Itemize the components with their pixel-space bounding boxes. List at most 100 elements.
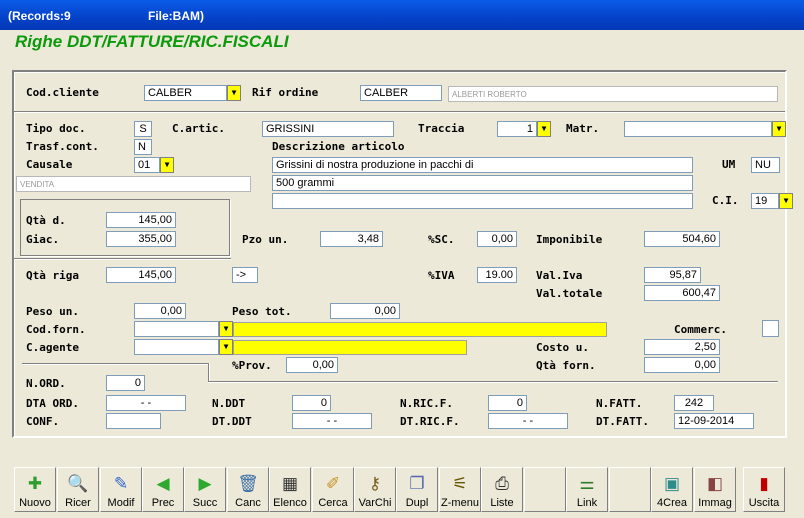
dt-ric-f-label: DT.RIC.F.: [400, 415, 460, 428]
n-ddt-field[interactable]: 0: [292, 395, 331, 411]
matr-dropdown[interactable]: ▼: [772, 121, 786, 137]
sc-field[interactable]: 0,00: [477, 231, 517, 247]
duplicate-icon: ❐: [409, 474, 425, 493]
causale-desc-field: VENDITA: [16, 176, 251, 192]
link-icon: ⚌: [579, 474, 595, 493]
qta-forn-field[interactable]: 0,00: [644, 357, 720, 373]
dt-fatt-field[interactable]: 12-09-2014: [674, 413, 754, 429]
divider: [208, 363, 209, 381]
toolbar-button-liste[interactable]: ⎙ Liste: [481, 467, 523, 512]
peso-un-label: Peso un.: [26, 305, 79, 318]
cod-forn-label: Cod.forn.: [26, 323, 86, 336]
image-icon: ◧: [706, 474, 724, 493]
descrizione-line-3[interactable]: [272, 193, 693, 209]
toolbar-button-uscita[interactable]: ▮ Uscita: [743, 467, 785, 512]
cod-forn-dropdown[interactable]: ▼: [219, 321, 233, 337]
n-fatt-label: N.FATT.: [596, 397, 643, 410]
prov-label: %Prov.: [232, 359, 272, 372]
toolbar-button-cerca[interactable]: ✐ Cerca: [312, 467, 354, 512]
val-totale-field[interactable]: 600,47: [644, 285, 720, 301]
causale-label: Causale: [26, 158, 73, 171]
traccia-dropdown[interactable]: ▼: [537, 121, 551, 137]
imponibile-field[interactable]: 504,60: [644, 231, 720, 247]
toolbar-button-blank[interactable]: [609, 467, 651, 512]
n-ric-f-field[interactable]: 0: [488, 395, 527, 411]
toolbar-button-label: Succ: [192, 497, 218, 509]
um-field[interactable]: NU: [751, 157, 780, 173]
form-title: Righe DDT/FATTURE/RIC.FISCALI: [15, 32, 289, 51]
tipo-doc-field[interactable]: S: [134, 121, 152, 137]
c-agente-label: C.agente: [26, 341, 79, 354]
toolbar-button-canc[interactable]: 🗑 Canc: [227, 467, 269, 512]
cod-cliente-dropdown[interactable]: ▼: [227, 85, 241, 101]
prov-field[interactable]: 0,00: [286, 357, 338, 373]
toolbar-button-label: VarChi: [358, 497, 392, 509]
toolbar-button-link[interactable]: ⚌ Link: [566, 467, 608, 512]
n-ord-field[interactable]: 0: [106, 375, 145, 391]
val-iva-field[interactable]: 95,87: [644, 267, 701, 283]
peso-un-field[interactable]: 0,00: [134, 303, 186, 319]
toolbar-button-dupl[interactable]: ❐ Dupl: [396, 467, 438, 512]
dt-ric-f-field[interactable]: - -: [488, 413, 568, 429]
toolbar-button-varchi[interactable]: ⚷ VarChi: [354, 467, 396, 512]
toolbar-button-label: Immag: [698, 497, 732, 509]
causale-field[interactable]: 01: [134, 157, 160, 173]
toolbar-button-label: Modif: [107, 497, 135, 509]
dt-ddt-field[interactable]: - -: [292, 413, 372, 429]
toolbar-button-succ[interactable]: ▶ Succ: [184, 467, 226, 512]
ci-field[interactable]: 19: [751, 193, 779, 209]
qta-d-field[interactable]: 145,00: [106, 212, 176, 228]
arrow-left-icon: ◀: [156, 474, 170, 493]
descrizione-line-1[interactable]: Grissini di nostra produzione in pacchi …: [272, 157, 693, 173]
divider: [14, 258, 231, 259]
c-agente-field[interactable]: [134, 339, 219, 355]
divider: [14, 111, 785, 112]
matr-field[interactable]: [624, 121, 772, 137]
dt-ddt-label: DT.DDT: [212, 415, 252, 428]
rif-ordine-label: Rif ordine: [252, 86, 319, 99]
toolbar-button-nuovo[interactable]: ✚ Nuovo: [14, 467, 56, 512]
toolbar-button-z-menu[interactable]: ⚟ Z-menu: [439, 467, 481, 512]
pzo-un-field[interactable]: 3,48: [320, 231, 383, 247]
peso-tot-field[interactable]: 0,00: [330, 303, 400, 319]
blank-icon: [532, 471, 558, 497]
rif-ordine-field[interactable]: CALBER: [360, 85, 442, 101]
fornitore-name-field: [233, 322, 607, 337]
iva-field[interactable]: 19.00: [477, 267, 517, 283]
cod-forn-field[interactable]: [134, 321, 219, 337]
qta-d-label: Qtà d.: [26, 214, 66, 227]
ci-label: C.I.: [712, 194, 739, 207]
descrizione-label: Descrizione articolo: [272, 140, 405, 153]
toolbar-button-modif[interactable]: ✎ Modif: [100, 467, 142, 512]
costo-u-field[interactable]: 2,50: [644, 339, 720, 355]
exit-door-icon: ▮: [759, 474, 769, 493]
arrow-field[interactable]: ->: [232, 267, 258, 283]
val-totale-label: Val.totale: [536, 287, 603, 300]
toolbar-button-elenco[interactable]: ▦ Elenco: [269, 467, 311, 512]
cod-cliente-field[interactable]: CALBER: [144, 85, 227, 101]
descrizione-line-2[interactable]: 500 grammi: [272, 175, 693, 191]
c-agente-dropdown[interactable]: ▼: [219, 339, 233, 355]
edit-icon: ✎: [113, 474, 129, 493]
toolbar-button-4crea[interactable]: ▣ 4Crea: [651, 467, 693, 512]
toolbar-button-immag[interactable]: ◧ Immag: [694, 467, 736, 512]
val-iva-label: Val.Iva: [536, 269, 583, 282]
trasf-cont-field[interactable]: N: [134, 139, 152, 155]
records-count: (Records:9: [8, 9, 71, 23]
traccia-field[interactable]: 1: [497, 121, 537, 137]
toolbar-button-ricer[interactable]: 🔍 Ricer: [57, 467, 99, 512]
c-artic-field[interactable]: GRISSINI: [262, 121, 394, 137]
giac-field[interactable]: 355,00: [106, 231, 176, 247]
ci-dropdown[interactable]: ▼: [779, 193, 793, 209]
dta-ord-field[interactable]: - -: [106, 395, 186, 411]
toolbar-button-blank[interactable]: [524, 467, 566, 512]
toolbar-button-label: Liste: [490, 497, 514, 509]
causale-dropdown[interactable]: ▼: [160, 157, 174, 173]
n-fatt-field[interactable]: 242: [674, 395, 714, 411]
toolbar-button-label: Canc: [235, 497, 261, 509]
toolbar-button-prec[interactable]: ◀ Prec: [142, 467, 184, 512]
conf-field[interactable]: [106, 413, 161, 429]
commerc-label: Commerc.: [674, 323, 727, 336]
commerc-checkbox[interactable]: [762, 320, 779, 337]
qta-riga-field[interactable]: 145,00: [106, 267, 176, 283]
